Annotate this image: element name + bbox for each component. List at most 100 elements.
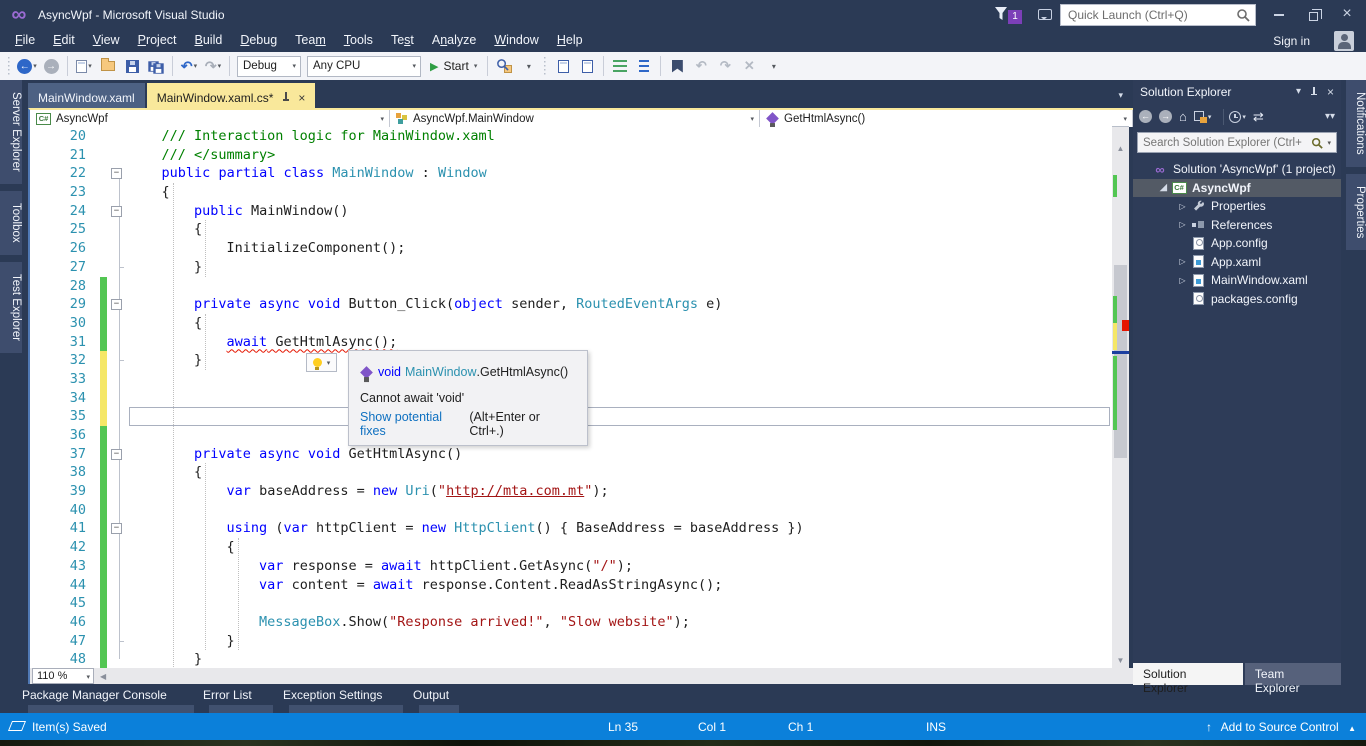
code-line[interactable]: 24− public MainWindow() [30,202,1110,221]
code-line[interactable]: 30 { [30,314,1110,333]
toolbar-overflow-icon[interactable]: ▾ [518,56,538,76]
add-to-source-control-button[interactable]: ↑ Add to Source Control ▲ [1206,720,1356,734]
menu-build[interactable]: Build [186,30,232,50]
bottom-tab-package-manager-console[interactable]: Package Manager Console [22,688,200,702]
close-icon[interactable]: × [298,91,305,105]
code-line[interactable]: 26 InitializeComponent(); [30,239,1110,258]
code-line[interactable]: 31 await GetHtmlAsync(); [30,333,1110,352]
show-potential-fixes-link[interactable]: Show potential fixes [360,410,469,438]
member-dropdown[interactable]: GetHtmlAsync()▾ [760,110,1133,127]
code-line[interactable]: 21 /// </summary> [30,146,1110,165]
code-line[interactable]: 22− public partial class MainWindow : Wi… [30,164,1110,183]
menu-view[interactable]: View [84,30,129,50]
solution-explorer-header[interactable]: Solution Explorer ▾ × [1133,80,1341,103]
tree-item-app-xaml[interactable]: ▷App.xaml [1133,253,1341,272]
notification-count-badge[interactable]: 1 [1008,10,1022,24]
restore-button[interactable] [1296,0,1330,28]
collapse-box-icon[interactable]: − [111,168,122,179]
previous-bookmark-icon[interactable]: ↶ [691,56,711,76]
code-line[interactable]: 23 { [30,183,1110,202]
scroll-down-icon[interactable]: ▼ [1112,656,1129,665]
save-all-icon[interactable] [146,56,166,76]
scroll-up-icon[interactable]: ▲ [1112,144,1129,153]
tree-item-packages-config[interactable]: packages.config [1133,290,1341,309]
code-line[interactable]: 38 { [30,463,1110,482]
menu-window[interactable]: Window [485,30,547,50]
type-dropdown[interactable]: AsyncWpf.MainWindow▾ [390,110,760,127]
call-hierarchy-icon[interactable] [577,56,597,76]
tree-item-app-config[interactable]: App.config [1133,234,1341,253]
code-line[interactable]: 47 } [30,632,1110,651]
collapse-box-icon[interactable]: − [111,206,122,217]
pin-icon[interactable] [282,92,290,103]
tree-item-solution-asyncwpf-1-project-[interactable]: ∞Solution 'AsyncWpf' (1 project) [1133,160,1341,179]
code-line[interactable]: 44 var content = await response.Content.… [30,576,1110,595]
uncomment-lines-icon[interactable] [634,56,654,76]
code-line[interactable]: 28 [30,277,1110,296]
navigate-forward-icon[interactable]: → [41,56,61,76]
code-line[interactable]: 29− private async void Button_Click(obje… [30,295,1110,314]
zoom-level-select[interactable]: 110 %▾ [32,668,94,684]
chevron-down-icon[interactable]: ▾ [1327,139,1331,147]
collapse-box-icon[interactable]: − [111,449,122,460]
editor-tab[interactable]: MainWindow.xaml.cs*× [147,83,316,108]
menu-file[interactable]: File [6,30,44,50]
code-line[interactable]: 27 } [30,258,1110,277]
vertical-scrollbar[interactable]: ▲ ▼ [1112,127,1129,668]
solution-explorer-search-input[interactable]: Search Solution Explorer (Ctrl+ ▾ [1137,132,1337,153]
window-menu-icon[interactable]: ▾ [1296,86,1301,97]
navigate-to-icon[interactable] [553,56,573,76]
new-project-icon[interactable]: ▾ [74,56,94,76]
close-icon[interactable]: × [1327,85,1334,99]
clear-bookmarks-icon[interactable]: ✕ [739,56,759,76]
expand-arrow-icon[interactable]: ▷ [1177,257,1188,266]
tree-item-mainwindow-xaml[interactable]: ▷MainWindow.xaml [1133,271,1341,290]
collapse-box-icon[interactable]: − [111,523,122,534]
dock-tab-server-explorer[interactable]: Server Explorer [0,80,22,184]
pending-changes-filter-icon[interactable]: ▾ [1229,111,1246,123]
code-line[interactable]: 20 /// Interaction logic for MainWindow.… [30,127,1110,146]
lightbulb-quick-actions[interactable]: ▾ [306,353,337,372]
toolbar-overflow-icon[interactable]: ▾▾ [1325,111,1335,122]
bottom-tab-output[interactable]: Output [413,688,465,702]
toolbar-overflow-icon[interactable]: ▾ [763,56,783,76]
sign-in-link[interactable]: Sign in [1273,34,1310,48]
code-line[interactable]: 25 { [30,220,1110,239]
menu-test[interactable]: Test [382,30,423,50]
menu-team[interactable]: Team [286,30,335,50]
expand-arrow-icon[interactable]: ▷ [1177,220,1188,229]
code-line[interactable]: 41− using (var httpClient = new HttpClie… [30,519,1110,538]
code-line[interactable]: 40 [30,501,1110,520]
back-icon[interactable]: ← [1139,110,1152,123]
find-in-files-icon[interactable] [494,56,514,76]
scroll-left-icon[interactable]: ◀ [100,672,106,681]
menu-debug[interactable]: Debug [231,30,286,50]
pin-icon[interactable] [1310,86,1318,98]
tree-item-references[interactable]: ▷References [1133,216,1341,235]
open-file-icon[interactable] [98,56,118,76]
forward-icon[interactable]: → [1159,110,1172,123]
code-line[interactable]: 43 var response = await httpClient.GetAs… [30,557,1110,576]
navigate-backward-icon[interactable]: ←▾ [17,56,37,76]
close-button[interactable]: × [1330,0,1364,28]
panel-tab-team-explorer[interactable]: Team Explorer [1245,663,1341,685]
dock-tab-toolbox[interactable]: Toolbox [0,191,22,255]
minimize-button[interactable] [1262,0,1296,28]
bottom-tab-exception-settings[interactable]: Exception Settings [283,688,409,702]
collapse-arrow-icon[interactable]: ◢ [1158,182,1169,193]
editor-tab[interactable]: MainWindow.xaml [28,83,145,108]
dock-tab-notifications[interactable]: Notifications [1346,80,1366,167]
code-line[interactable]: 46 MessageBox.Show("Response arrived!", … [30,613,1110,632]
document-list-dropdown-icon[interactable]: ▾ [1118,90,1123,101]
panel-tab-solution-explorer[interactable]: Solution Explorer [1133,663,1243,685]
show-all-files-icon[interactable]: ▾ [1194,111,1212,123]
menu-help[interactable]: Help [548,30,592,50]
comment-lines-icon[interactable] [610,56,630,76]
menu-edit[interactable]: Edit [44,30,84,50]
code-line[interactable]: 48 } [30,650,1110,668]
home-icon[interactable]: ⌂ [1179,109,1187,124]
tree-item-properties[interactable]: ▷Properties [1133,197,1341,216]
toolbar-grip[interactable] [7,57,12,75]
project-dropdown[interactable]: C# AsyncWpf▾ [30,110,390,127]
collapse-box-icon[interactable]: − [111,299,122,310]
